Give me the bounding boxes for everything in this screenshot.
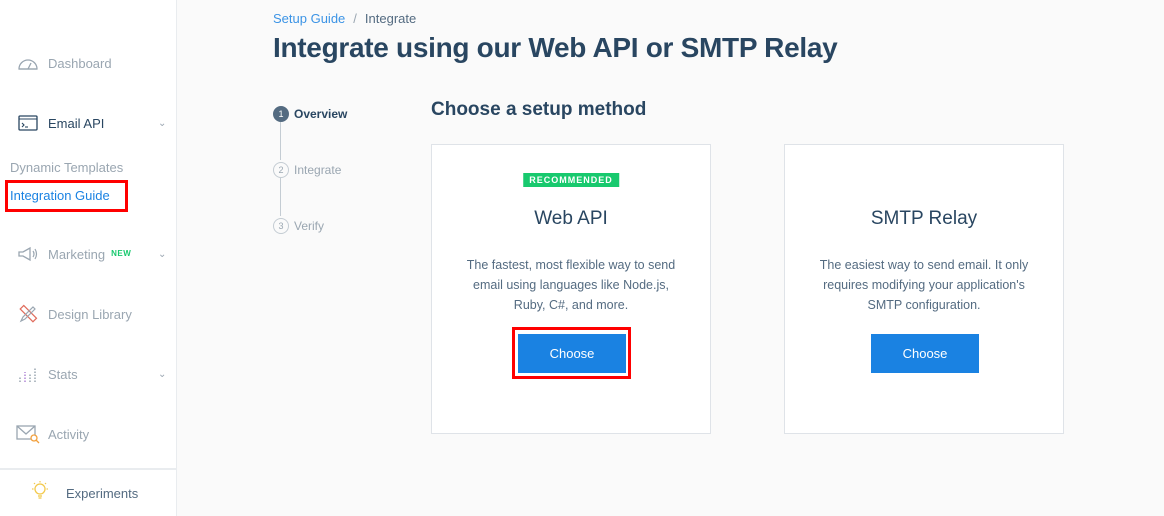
nav-experiments[interactable]: Experiments — [0, 468, 177, 516]
step-number: 2 — [273, 162, 289, 178]
step-number: 1 — [273, 106, 289, 122]
nav-activity[interactable]: Activity — [0, 414, 177, 454]
stepper-connector — [280, 122, 281, 160]
choose-button-highlight — [512, 327, 631, 379]
recommended-badge: RECOMMENDED — [523, 173, 619, 187]
breadcrumb-setup-guide[interactable]: Setup Guide — [273, 11, 345, 26]
nav-stats-label: Stats — [48, 366, 78, 382]
step-label: Integrate — [294, 163, 342, 177]
card-smtp-relay: SMTP Relay The easiest way to send email… — [784, 144, 1064, 434]
page-title: Integrate using our Web API or SMTP Rela… — [273, 32, 838, 63]
step-number: 3 — [273, 218, 289, 234]
step-overview: 1 Overview — [273, 105, 347, 123]
nav-email-api[interactable]: Email API ⌄ — [0, 103, 177, 143]
chevron-down-icon[interactable]: ⌄ — [158, 249, 166, 260]
choose-smtp-relay-button[interactable]: Choose — [871, 334, 979, 373]
sidebar: Dashboard Email API ⌄ Dynamic Templates … — [0, 0, 177, 516]
nav-dashboard-label: Dashboard — [48, 55, 112, 71]
nav-marketing[interactable]: Marketing NEW ⌄ — [0, 234, 177, 274]
nav-marketing-label: Marketing NEW — [48, 246, 132, 262]
lightbulb-icon — [30, 480, 50, 507]
pencil-ruler-icon — [16, 302, 40, 326]
envelope-search-icon — [16, 422, 40, 446]
section-title: Choose a setup method — [431, 99, 647, 120]
card-description: The fastest, most flexible way to send e… — [466, 258, 676, 312]
nav-activity-label: Activity — [48, 426, 90, 442]
breadcrumb-current: Integrate — [364, 11, 417, 26]
nav-stats[interactable]: Stats ⌄ — [0, 354, 177, 394]
card-description: The easiest way to send email. It only r… — [819, 258, 1029, 312]
terminal-window-icon — [16, 111, 40, 135]
nav-design-library-label: Design Library — [48, 306, 132, 322]
new-badge: NEW — [111, 248, 132, 258]
step-integrate: 2 Integrate — [273, 161, 341, 179]
chevron-down-icon[interactable]: ⌄ — [158, 118, 166, 129]
card-web-api: RECOMMENDED Web API The fastest, most fl… — [431, 144, 711, 434]
gauge-icon — [16, 51, 40, 75]
megaphone-icon — [16, 242, 40, 266]
integration-guide-highlight — [5, 180, 128, 212]
nav-design-library[interactable]: Design Library — [0, 294, 177, 334]
step-verify: 3 Verify — [273, 217, 324, 235]
nav-dashboard[interactable]: Dashboard — [0, 43, 177, 83]
chevron-down-icon[interactable]: ⌄ — [158, 369, 166, 380]
step-label: Verify — [294, 219, 325, 233]
subnav-dynamic-templates[interactable]: Dynamic Templates — [10, 160, 123, 175]
breadcrumb: Setup Guide / Integrate — [273, 11, 416, 26]
card-title: Web API — [534, 208, 608, 229]
card-title: SMTP Relay — [870, 208, 978, 229]
stepper-connector — [280, 178, 281, 216]
bar-chart-icon — [16, 362, 40, 386]
step-label: Overview — [294, 107, 348, 121]
nav-experiments-label: Experiments — [66, 485, 139, 501]
nav-email-api-label: Email API — [48, 115, 105, 131]
breadcrumb-separator: / — [353, 11, 357, 26]
